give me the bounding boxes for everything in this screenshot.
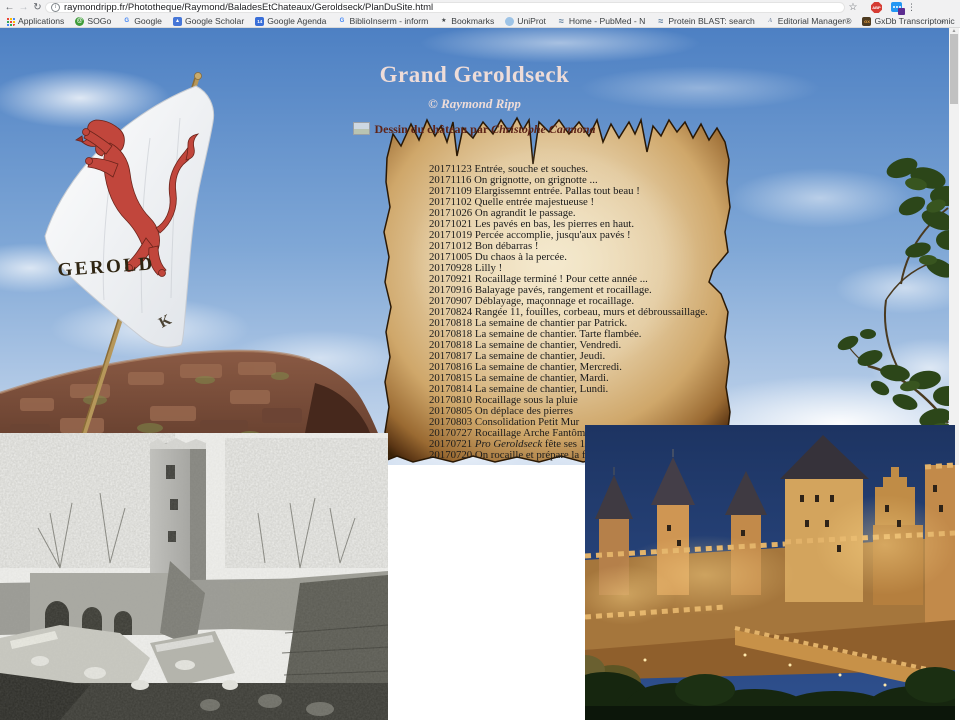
- bookmark-item[interactable]: ▴Google Scholar: [173, 16, 244, 26]
- bookmarks-star-icon: ★: [439, 17, 448, 26]
- castle-night-photo: [585, 425, 955, 720]
- bookmark-item[interactable]: ≈Protein BLAST: search: [656, 16, 754, 26]
- url-field[interactable]: i raymondripp.fr/Phototheque/Raymond/Bal…: [45, 2, 845, 13]
- url-text: raymondripp.fr/Phototheque/Raymond/Balad…: [64, 2, 433, 13]
- bookmark-label: Home - PubMed - N: [569, 16, 645, 26]
- apps-grid-icon: [6, 17, 15, 26]
- bookmarks-overflow-icon[interactable]: »: [939, 15, 944, 28]
- bookmark-label: BiblioInserm - inform: [349, 16, 428, 26]
- google-scholar-icon: ▴: [173, 17, 182, 26]
- scrollbar[interactable]: ▲: [949, 28, 959, 465]
- bookmark-item[interactable]: UniProt: [505, 16, 546, 26]
- pubmed-icon: ≈: [557, 17, 566, 26]
- bookmark-label: Editorial Manager®: [778, 16, 852, 26]
- blast-icon: ≈: [656, 17, 665, 26]
- bookmark-item[interactable]: ≈Home - PubMed - N: [557, 16, 645, 26]
- adblock-extension-icon[interactable]: ABP: [871, 2, 882, 13]
- bookmark-label: Bookmarks: [451, 16, 494, 26]
- drawing-thumbnail-icon: [353, 122, 370, 135]
- drawing-credit-link[interactable]: Dessin du château par Christophe Carmona: [0, 122, 949, 137]
- bookmark-label: Protein BLAST: search: [668, 16, 754, 26]
- chat-extension-icon[interactable]: [891, 2, 902, 12]
- journal-list: 20171123 Entrée, souche et souches.20171…: [429, 164, 739, 461]
- page-info-icon[interactable]: i: [51, 3, 60, 12]
- drawing-credit-prefix: Dessin du château par: [374, 122, 488, 136]
- gxdb-icon: GX: [862, 17, 871, 26]
- bookmark-item[interactable]: ★Bookmarks: [439, 16, 494, 26]
- bookmark-label: Google Agenda: [267, 16, 326, 26]
- browser-toolbar: ← → ↻ i raymondripp.fr/Phototheque/Raymo…: [0, 0, 960, 15]
- google-agenda-icon: 14: [255, 17, 264, 26]
- uniprot-icon: [505, 17, 514, 26]
- bookmark-label: UniProt: [517, 16, 546, 26]
- bookmark-item[interactable]: AEditorial Manager®: [766, 16, 852, 26]
- bookmark-label: Google Scholar: [185, 16, 244, 26]
- google-icon: G: [122, 17, 131, 26]
- bookmark-item[interactable]: Applications: [6, 16, 64, 26]
- bookmark-item[interactable]: 14Google Agenda: [255, 16, 326, 26]
- presentation-slide: ← → ↻ i raymondripp.fr/Phototheque/Raymo…: [0, 0, 960, 720]
- back-icon[interactable]: ←: [3, 0, 16, 15]
- bookmark-item[interactable]: @SOGo: [75, 16, 111, 26]
- editorial-manager-icon: A: [766, 17, 775, 26]
- sogo-icon: @: [75, 17, 84, 26]
- browser-menu-icon[interactable]: ⋮: [907, 0, 916, 15]
- bookmark-star-icon[interactable]: ☆: [846, 0, 860, 15]
- biblioinserm-icon: G: [337, 17, 346, 26]
- bookmark-label: SOGo: [87, 16, 111, 26]
- reload-icon[interactable]: ↻: [31, 0, 44, 15]
- page-title: Grand Geroldseck: [0, 62, 949, 88]
- drawing-credit-author: Christophe Carmona: [491, 122, 595, 136]
- bookmark-label: Applications: [18, 16, 64, 26]
- bookmark-item[interactable]: GBiblioInserm - inform: [337, 16, 428, 26]
- scrollbar-thumb[interactable]: [950, 34, 958, 104]
- bookmark-label: Google: [134, 16, 162, 26]
- copyright-line: © Raymond Ripp: [0, 96, 949, 112]
- ruins-bw-photo: [0, 433, 388, 720]
- forward-icon[interactable]: →: [17, 0, 30, 15]
- bookmark-item[interactable]: GGoogle: [122, 16, 162, 26]
- bookmarks-list: Applications@SOGoGGoogle▴Google Scholar1…: [0, 15, 960, 28]
